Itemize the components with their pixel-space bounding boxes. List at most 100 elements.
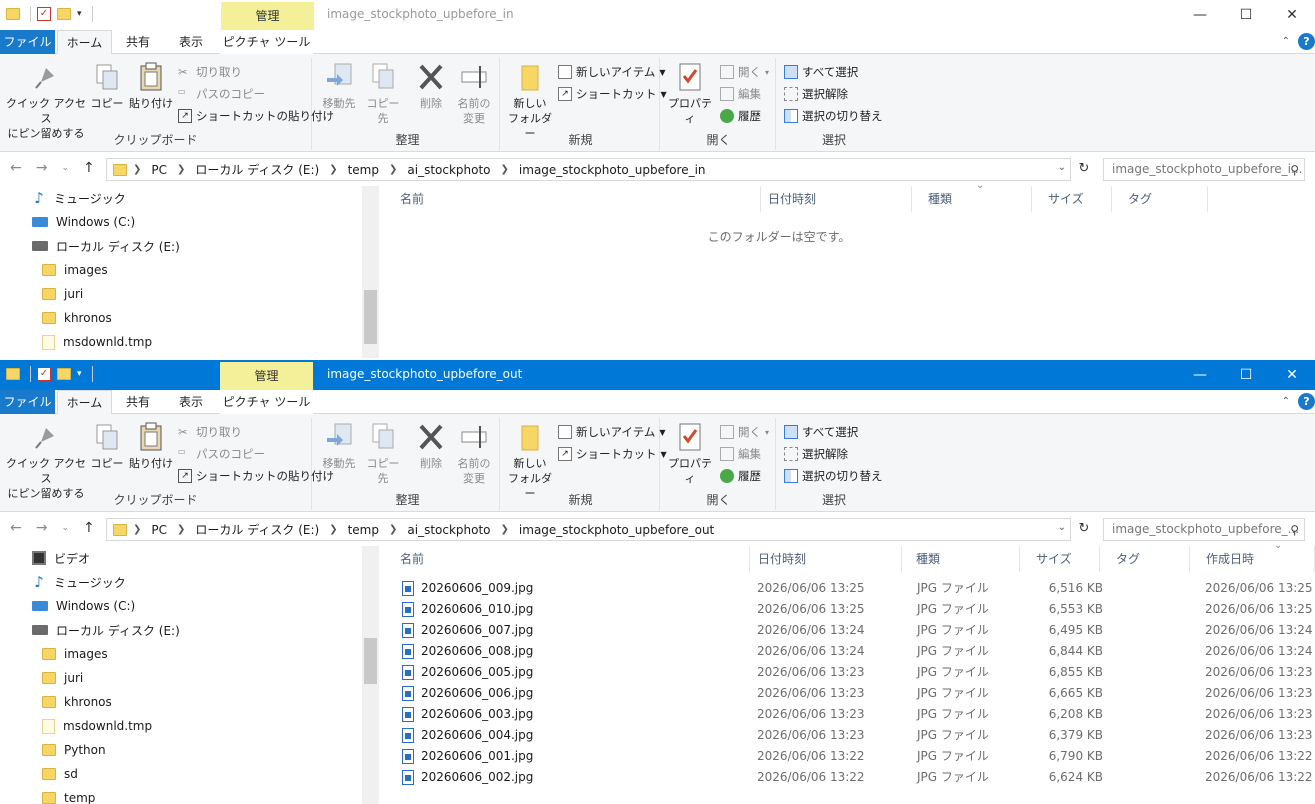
up-arrow-icon[interactable]: ↑ [83,520,95,536]
breadcrumb-chevron-icon[interactable]: ❯ [329,524,337,535]
nav-item[interactable]: ローカル ディスク (E:) [32,234,180,258]
nav-scrollbar[interactable] [362,546,379,804]
edit-button[interactable]: 編集 [720,446,761,462]
breadcrumb-item[interactable]: ローカル ディスク (E:) [195,521,319,538]
open-button[interactable]: 開く ▾ [720,424,769,440]
edit-button[interactable]: 編集 [720,86,761,102]
column-header-tag[interactable]: タグ [1112,186,1208,212]
new-folder-qat-icon[interactable] [57,368,71,380]
nav-scrollbar[interactable] [362,186,379,358]
properties-button[interactable]: プロパティ [666,62,714,126]
nav-item[interactable]: Windows (C:) [32,210,135,234]
nav-item[interactable]: Python [42,738,106,762]
address-dropdown-icon[interactable]: ⌄ [1058,522,1066,533]
nav-item[interactable]: ローカル ディスク (E:) [32,618,180,642]
file-row[interactable]: 20260606_008.jpg 2026/06/06 13:24 JPG ファ… [384,641,1315,662]
rename-button[interactable]: 名前の 変更 [452,422,496,486]
file-row[interactable]: 20260606_003.jpg 2026/06/06 13:23 JPG ファ… [384,704,1315,725]
title-bar[interactable]: ✓ ▾ 管理 image_stockphoto_upbefore_out — ☐… [0,360,1315,390]
tab-file[interactable]: ファイル [0,30,55,54]
nav-item[interactable]: images [42,258,108,282]
breadcrumb-chevron-icon[interactable]: ❯ [501,164,509,175]
breadcrumb-item[interactable]: temp [348,523,379,537]
copy-button[interactable]: コピー [90,62,124,111]
new-folder-button[interactable]: 新しい フォルダー [506,422,554,501]
up-arrow-icon[interactable]: ↑ [83,160,95,176]
column-header-tag[interactable]: タグ [1100,546,1190,572]
properties-check-icon[interactable]: ✓ [37,367,51,381]
invert-selection-button[interactable]: 選択の切り替え [784,468,883,484]
invert-selection-button[interactable]: 選択の切り替え [784,108,883,124]
select-none-button[interactable]: 選択解除 [784,86,848,102]
nav-scrollbar-thumb[interactable] [364,290,377,344]
file-row[interactable]: 20260606_001.jpg 2026/06/06 13:22 JPG ファ… [384,746,1315,767]
column-header-name[interactable]: 名前 [384,186,761,212]
column-header-type[interactable]: 種類 [912,186,1032,212]
pin-quick-access-button[interactable]: クイック アクセス にピン留めする [4,62,88,141]
close-button[interactable]: ✕ [1269,360,1315,390]
copy-to-button[interactable]: コピー先 [362,422,404,486]
select-all-button[interactable]: すべて選択 [784,64,858,80]
breadcrumb-item[interactable]: ローカル ディスク (E:) [195,161,319,178]
address-dropdown-icon[interactable]: ⌄ [1058,162,1066,173]
nav-item[interactable]: temp [42,786,95,804]
title-bar[interactable]: ✓ ▾ 管理 image_stockphoto_upbefore_in — ☐ … [0,0,1315,30]
new-folder-qat-icon[interactable] [57,8,71,20]
new-item-button[interactable]: 新しいアイテム ▼ [558,64,666,80]
file-row[interactable]: 20260606_007.jpg 2026/06/06 13:24 JPG ファ… [384,620,1315,641]
tab-view[interactable]: 表示 [165,30,217,54]
delete-button[interactable]: 削除 [416,62,446,111]
customize-qat-icon[interactable]: ▾ [77,9,82,19]
search-input[interactable]: image_stockphoto_upbefore_... ⚲ [1103,518,1305,541]
nav-item[interactable]: ♪ ミュージック [32,186,126,210]
cut-button[interactable]: ✂ 切り取り [178,64,242,80]
paste-shortcut-button[interactable]: ↗ ショートカットの貼り付け [178,108,334,124]
nav-item[interactable]: juri [42,666,83,690]
breadcrumb-item[interactable]: temp [348,163,379,177]
column-header-date[interactable]: 日付時刻 [742,546,902,572]
paste-shortcut-button[interactable]: ↗ ショートカットの貼り付け [178,468,334,484]
breadcrumb-chevron-icon[interactable]: ❯ [133,524,141,535]
breadcrumb[interactable]: ❯ PC ❯ ローカル ディスク (E:) ❯ temp ❯ ai_stockphoto ❯ im… [106,158,1071,181]
file-row[interactable]: 20260606_010.jpg 2026/06/06 13:25 JPG ファ… [384,599,1315,620]
customize-qat-icon[interactable]: ▾ [77,369,82,379]
paste-button[interactable]: 貼り付け [128,62,174,111]
history-button[interactable]: 履歴 [720,108,761,124]
shortcut-button[interactable]: ↗ ショートカット ▼ [558,86,667,102]
breadcrumb-chevron-icon[interactable]: ❯ [329,164,337,175]
nav-item[interactable]: ♪ ミュージック [32,570,126,594]
nav-item[interactable]: msdownld.tmp [42,714,152,738]
nav-item[interactable]: sd [42,762,78,786]
history-button[interactable]: 履歴 [720,468,761,484]
new-folder-button[interactable]: 新しい フォルダー [506,62,554,141]
tab-view[interactable]: 表示 [165,390,217,414]
nav-item[interactable]: juri [42,282,83,306]
select-none-button[interactable]: 選択解除 [784,446,848,462]
breadcrumb-chevron-icon[interactable]: ❯ [389,524,397,535]
breadcrumb-item[interactable]: PC [151,163,167,177]
nav-scrollbar-thumb[interactable] [364,638,377,684]
tab-share[interactable]: 共有 [113,30,163,54]
tab-home[interactable]: ホーム [57,390,112,415]
select-all-button[interactable]: すべて選択 [784,424,858,440]
maximize-button[interactable]: ☐ [1223,360,1269,390]
forward-arrow-icon[interactable]: → [36,520,48,536]
sort-chevron-icon[interactable]: ⌄ [976,180,984,191]
rename-button[interactable]: 名前の 変更 [452,62,496,126]
breadcrumb-chevron-icon[interactable]: ❯ [501,524,509,535]
paste-button[interactable]: 貼り付け [128,422,174,471]
properties-check-icon[interactable]: ✓ [37,7,51,21]
breadcrumb-item[interactable]: image_stockphoto_upbefore_in [519,163,706,177]
copy-button[interactable]: コピー [90,422,124,471]
file-list[interactable]: 名前 日付時刻 種類 サイズ タグ ⌄ このフォルダーは空です。 [384,180,1315,358]
help-icon[interactable]: ? [1298,393,1315,410]
file-list[interactable]: 名前 日付時刻 種類 サイズ タグ 作成日時 ⌄ 20260606_009.jpg 202… [384,540,1315,804]
search-input[interactable]: image_stockphoto_upbefore_i... ⚲ [1103,158,1305,181]
breadcrumb-chevron-icon[interactable]: ❯ [177,524,185,535]
cut-button[interactable]: ✂ 切り取り [178,424,242,440]
nav-item[interactable]: khronos [42,690,112,714]
tab-file[interactable]: ファイル [0,390,55,414]
forward-arrow-icon[interactable]: → [36,160,48,176]
move-to-button[interactable]: 移動先 [318,62,360,111]
tab-manage[interactable]: 管理 [220,362,313,390]
